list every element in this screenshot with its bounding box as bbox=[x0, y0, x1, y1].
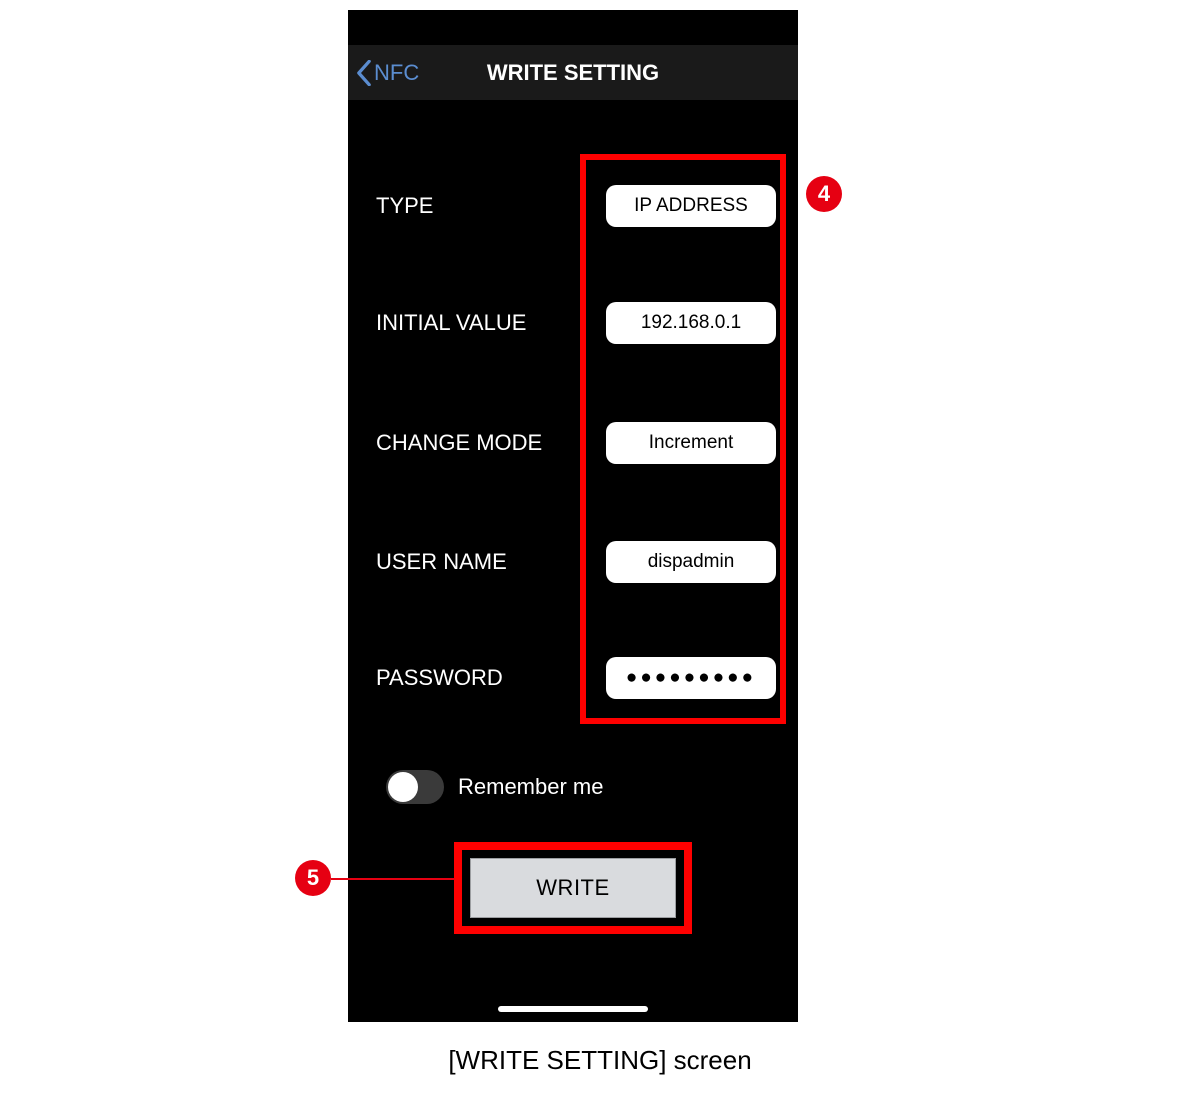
navbar: NFC WRITE SETTING bbox=[348, 45, 798, 100]
password-field[interactable]: ●●●●●●●●● bbox=[606, 657, 776, 699]
back-button[interactable]: NFC bbox=[348, 60, 419, 86]
label-password: PASSWORD bbox=[348, 665, 606, 691]
remember-me-toggle[interactable] bbox=[386, 770, 444, 804]
remember-me-label: Remember me bbox=[458, 774, 603, 800]
back-label: NFC bbox=[374, 60, 419, 86]
label-type: TYPE bbox=[348, 193, 606, 219]
home-indicator bbox=[498, 1006, 648, 1012]
row-change-mode: CHANGE MODE Increment bbox=[348, 422, 798, 464]
row-remember-me: Remember me bbox=[348, 770, 798, 804]
label-change-mode: CHANGE MODE bbox=[348, 430, 606, 456]
figure-caption: [WRITE SETTING] screen bbox=[0, 1045, 1200, 1076]
chevron-left-icon bbox=[356, 60, 372, 86]
user-name-field[interactable]: dispadmin bbox=[606, 541, 776, 583]
row-type: TYPE IP ADDRESS bbox=[348, 185, 798, 227]
callout-badge-5: 5 bbox=[295, 860, 331, 896]
write-button[interactable]: WRITE bbox=[470, 858, 676, 918]
row-password: PASSWORD ●●●●●●●●● bbox=[348, 657, 798, 699]
callout-badge-4: 4 bbox=[806, 176, 842, 212]
row-user-name: USER NAME dispadmin bbox=[348, 541, 798, 583]
change-mode-field[interactable]: Increment bbox=[606, 422, 776, 464]
toggle-knob bbox=[388, 772, 418, 802]
callout-leader-5 bbox=[331, 878, 455, 880]
row-initial-value: INITIAL VALUE 192.168.0.1 bbox=[348, 302, 798, 344]
phone-screen: NFC WRITE SETTING TYPE IP ADDRESS INITIA… bbox=[348, 10, 798, 1022]
initial-value-field[interactable]: 192.168.0.1 bbox=[606, 302, 776, 344]
label-user-name: USER NAME bbox=[348, 549, 606, 575]
label-initial-value: INITIAL VALUE bbox=[348, 310, 606, 336]
type-field[interactable]: IP ADDRESS bbox=[606, 185, 776, 227]
